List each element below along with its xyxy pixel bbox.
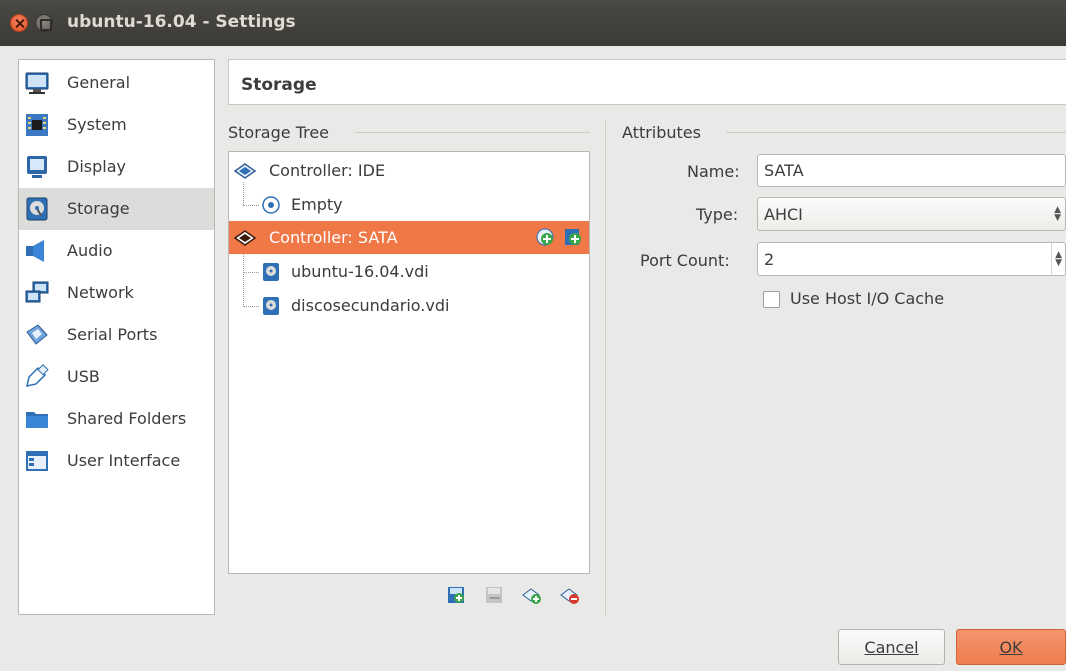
sidebar-item-general[interactable]: General	[19, 62, 214, 104]
panel-separator	[605, 120, 606, 616]
sidebar-item-label: User Interface	[67, 451, 181, 470]
tree-node-label: Controller: SATA	[269, 228, 398, 247]
sidebar-item-usb[interactable]: USB	[19, 356, 214, 398]
ok-button[interactable]: OK	[956, 629, 1066, 665]
storage-tree-divider	[355, 132, 590, 133]
tree-guide	[243, 272, 259, 273]
window-icon	[26, 451, 48, 471]
tree-node-ide-controller[interactable]: Controller: IDE	[233, 154, 385, 187]
sidebar-item-label: Shared Folders	[67, 409, 187, 428]
type-select-value: AHCI	[764, 204, 803, 224]
add-hard-disk-icon[interactable]	[563, 227, 583, 247]
ok-button-label: OK	[999, 637, 1023, 657]
sidebar-item-label: Network	[67, 283, 134, 302]
monitor-icon	[25, 72, 49, 94]
sidebar-item-label: Serial Ports	[67, 325, 158, 344]
remove-controller-icon[interactable]	[560, 585, 580, 605]
tree-node-label: discosecundario.vdi	[291, 296, 450, 315]
sidebar-item-label: USB	[67, 367, 100, 386]
spinbox-buttons[interactable]: ▲ ▼	[1051, 243, 1065, 275]
hard-disk-icon	[263, 262, 279, 281]
sidebar-item-display[interactable]: Display	[19, 146, 214, 188]
sidebar-item-label: System	[67, 115, 127, 134]
sidebar-item-audio[interactable]: Audio	[19, 230, 214, 272]
port-count-spinbox[interactable]: 2 ▲ ▼	[757, 242, 1066, 276]
sidebar-item-shared-folders[interactable]: Shared Folders	[19, 398, 214, 440]
remove-attachment-icon[interactable]	[484, 585, 504, 605]
type-select[interactable]: AHCI ▲ ▼	[757, 197, 1066, 231]
sata-controller-icon	[233, 229, 257, 246]
title-bar: ubuntu-16.04 - Settings	[0, 0, 1066, 46]
attributes-legend: Attributes	[622, 123, 701, 142]
sidebar-item-network[interactable]: Network	[19, 272, 214, 314]
sidebar-item-user-interface[interactable]: User Interface	[19, 440, 214, 482]
sidebar-item-system[interactable]: System	[19, 104, 214, 146]
type-label: Type:	[696, 205, 739, 224]
tree-node-label: Empty	[291, 195, 343, 214]
serial-port-icon	[26, 324, 48, 345]
optical-disc-icon	[262, 195, 280, 214]
name-field-value: SATA	[764, 161, 804, 180]
select-arrows-icon: ▲ ▼	[1054, 205, 1061, 223]
chip-icon	[26, 114, 48, 136]
add-optical-drive-icon[interactable]	[535, 227, 555, 247]
port-count-label: Port Count:	[640, 251, 730, 270]
sidebar-item-label: Storage	[67, 199, 130, 218]
settings-sidebar: General System Display Storage Audio Net…	[18, 59, 215, 615]
display-icon	[27, 156, 47, 178]
storage-tree-legend: Storage Tree	[228, 123, 330, 142]
page-header: Storage	[228, 59, 1066, 105]
name-field[interactable]: SATA	[757, 154, 1066, 187]
sidebar-item-label: Display	[67, 157, 126, 176]
host-io-cache-checkbox[interactable]	[763, 291, 780, 308]
tree-guide	[243, 205, 259, 206]
page-title: Storage	[241, 75, 317, 95]
minimize-window-button[interactable]	[35, 14, 53, 32]
tree-node-sata-controller[interactable]: Controller: SATA	[229, 221, 589, 254]
spin-arrows-icon: ▲ ▼	[1055, 250, 1062, 268]
sidebar-item-label: Audio	[67, 241, 113, 260]
cancel-button-label: Cancel	[864, 637, 919, 657]
sidebar-item-storage[interactable]: Storage	[19, 188, 214, 230]
port-count-value: 2	[764, 249, 775, 269]
tree-guide	[243, 306, 259, 307]
add-controller-icon[interactable]	[522, 585, 542, 605]
tree-node-empty-drive[interactable]: Empty	[261, 188, 343, 221]
attributes-divider	[726, 132, 1066, 133]
storage-tree[interactable]: Controller: IDE Empty Controller: SATA u…	[228, 151, 590, 574]
add-attachment-icon[interactable]	[446, 585, 466, 605]
tree-node-ubuntu-vdi[interactable]: ubuntu-16.04.vdi	[261, 255, 429, 288]
tree-guide	[243, 251, 244, 307]
tree-node-label: Controller: IDE	[269, 161, 386, 180]
host-io-cache-label: Use Host I/O Cache	[790, 289, 945, 308]
network-icon	[25, 281, 49, 303]
tree-node-discosecundario-vdi[interactable]: discosecundario.vdi	[261, 289, 449, 322]
name-label: Name:	[687, 162, 740, 181]
close-window-button[interactable]	[10, 14, 28, 32]
sidebar-item-serial-ports[interactable]: Serial Ports	[19, 314, 214, 356]
sidebar-item-label: General	[67, 73, 131, 92]
hard-disk-icon	[263, 296, 279, 315]
tree-node-label: ubuntu-16.04.vdi	[291, 262, 429, 281]
folder-icon	[26, 412, 48, 428]
ide-controller-icon	[233, 162, 257, 179]
window-title: ubuntu-16.04 - Settings	[67, 12, 296, 32]
cancel-button[interactable]: Cancel	[838, 629, 945, 665]
storage-icon	[26, 197, 48, 221]
usb-icon	[26, 364, 49, 387]
speaker-icon	[26, 240, 44, 262]
